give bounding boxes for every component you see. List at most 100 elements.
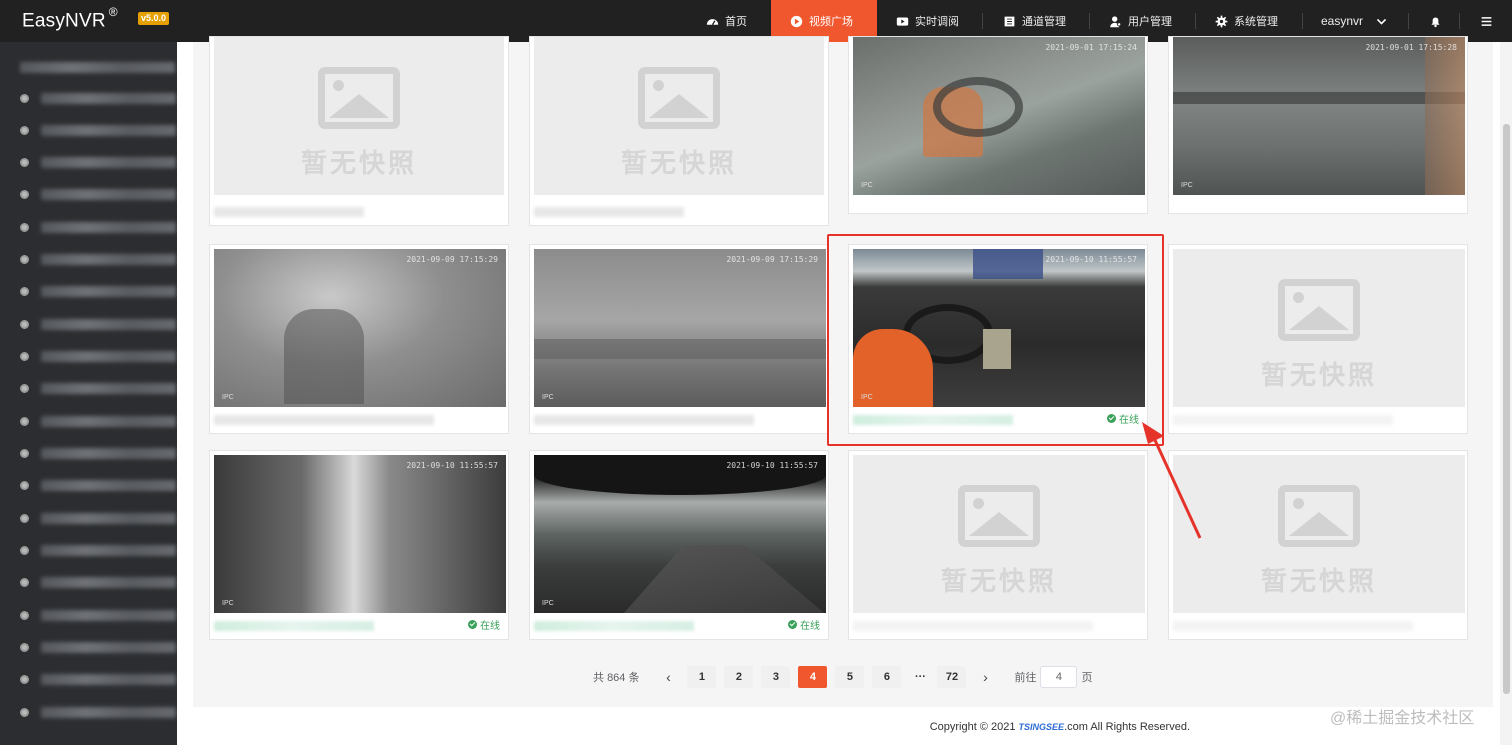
channel-card[interactable]: 暂无快照 bbox=[209, 36, 509, 226]
ipc-label: IPC bbox=[861, 182, 873, 189]
page-button[interactable]: 2 bbox=[724, 666, 754, 688]
goto-suffix: 页 bbox=[1081, 672, 1093, 684]
app-name: EasyNVR bbox=[22, 10, 106, 32]
camera-snapshot[interactable]: 2021-09-01 17:15:24 IPC bbox=[853, 37, 1145, 195]
snapshot-detail bbox=[534, 339, 826, 359]
camera-icon bbox=[20, 286, 29, 296]
next-page-button[interactable]: › bbox=[974, 669, 996, 685]
camera-snapshot[interactable]: 2021-09-09 17:15:29 IPC bbox=[534, 249, 826, 407]
page-button[interactable]: 5 bbox=[835, 666, 865, 688]
snapshot-timestamp: 2021-09-01 17:15:24 bbox=[1045, 43, 1137, 52]
nav-home-label: 首页 bbox=[725, 16, 747, 28]
goto-page-input[interactable] bbox=[1040, 666, 1078, 688]
snapshot-timestamp: 2021-09-10 11:55:57 bbox=[406, 461, 498, 470]
sidebar-tree-node[interactable] bbox=[20, 317, 176, 331]
snapshot-placeholder: 暂无快照 bbox=[534, 37, 824, 195]
camera-icon bbox=[20, 222, 29, 232]
brand-logo[interactable]: TSINGSEE bbox=[1019, 722, 1065, 732]
channel-card[interactable]: 2021-09-01 17:15:24 IPC bbox=[848, 36, 1148, 214]
copyright-suffix: .com All Rights Reserved. bbox=[1064, 721, 1190, 733]
camera-snapshot[interactable]: 2021-09-09 17:15:29 IPC bbox=[214, 249, 506, 407]
gear-icon bbox=[1215, 15, 1228, 27]
camera-snapshot[interactable]: 2021-09-01 17:15:28 IPC bbox=[1173, 37, 1465, 195]
camera-icon bbox=[20, 448, 29, 458]
nav-user-label: 用户管理 bbox=[1128, 16, 1172, 28]
page-button-last[interactable]: 72 bbox=[937, 666, 967, 688]
page-button[interactable]: 1 bbox=[687, 666, 717, 688]
image-placeholder-icon bbox=[1278, 485, 1360, 547]
camera-snapshot[interactable]: 2021-09-10 11:55:57 IPC bbox=[534, 455, 826, 613]
channel-name-blurred bbox=[1173, 621, 1413, 631]
pagination-total: 共 864 条 bbox=[593, 669, 639, 685]
sidebar-tree-node[interactable] bbox=[20, 252, 176, 266]
channel-card[interactable]: 暂无快照 bbox=[1168, 244, 1468, 434]
annotation-arrow bbox=[1142, 422, 1202, 539]
status-label: 在线 bbox=[480, 621, 500, 632]
bell-icon bbox=[1431, 16, 1440, 27]
sidebar-tree-node[interactable] bbox=[20, 284, 176, 298]
scrollbar-thumb[interactable] bbox=[1503, 124, 1510, 694]
channel-card[interactable]: 暂无快照 bbox=[529, 36, 829, 226]
nav-divider bbox=[1459, 13, 1460, 29]
status-label: 在线 bbox=[800, 621, 820, 632]
camera-icon bbox=[20, 513, 29, 523]
camera-icon bbox=[20, 416, 29, 426]
sidebar-tree-node[interactable] bbox=[20, 349, 176, 363]
channel-card[interactable]: 2021-09-01 17:15:28 IPC bbox=[1168, 36, 1468, 214]
sidebar-tree-node[interactable] bbox=[20, 91, 176, 105]
sidebar-tree-node[interactable] bbox=[20, 640, 176, 654]
snapshot-detail bbox=[1173, 92, 1465, 104]
sidebar-tree-node[interactable] bbox=[20, 672, 176, 686]
camera-snapshot[interactable]: 2021-09-10 11:55:57 IPC bbox=[214, 455, 506, 613]
app-logo[interactable]: EasyNVR ® bbox=[22, 5, 118, 32]
channel-name-blurred bbox=[534, 621, 694, 631]
blurred-label bbox=[41, 124, 176, 136]
pagination-ellipsis[interactable]: ··· bbox=[909, 671, 931, 683]
image-placeholder-icon bbox=[1278, 279, 1360, 341]
blurred-label bbox=[41, 706, 176, 718]
blurred-label bbox=[41, 382, 176, 394]
sidebar-tree-node[interactable] bbox=[20, 155, 176, 169]
sidebar-tree-node[interactable] bbox=[20, 187, 176, 201]
camera-icon bbox=[20, 157, 29, 167]
page-button[interactable]: 3 bbox=[761, 666, 791, 688]
camera-icon bbox=[20, 351, 29, 361]
camera-icon bbox=[20, 319, 29, 329]
channel-card[interactable]: 暂无快照 bbox=[1168, 450, 1468, 640]
nav-divider bbox=[1089, 13, 1090, 29]
sidebar-tree-node[interactable] bbox=[20, 478, 176, 492]
prev-page-button[interactable]: ‹ bbox=[657, 669, 679, 685]
menu-button[interactable] bbox=[1480, 0, 1494, 42]
blurred-label bbox=[41, 253, 176, 265]
channel-name-blurred bbox=[534, 415, 754, 425]
total-count: 864 bbox=[607, 672, 626, 684]
sidebar-tree-node[interactable] bbox=[20, 543, 176, 557]
sidebar-tree-node[interactable] bbox=[20, 705, 176, 719]
sidebar-tree-node[interactable] bbox=[20, 608, 176, 622]
channel-card[interactable]: 2021-09-10 11:55:57 IPC 在线 bbox=[529, 450, 829, 640]
nav-divider bbox=[1302, 13, 1303, 29]
blurred-label bbox=[41, 350, 176, 362]
sidebar-tree-node[interactable] bbox=[20, 511, 176, 525]
sidebar-tree-node[interactable] bbox=[20, 220, 176, 234]
channel-card[interactable]: 2021-09-09 17:15:29 IPC bbox=[529, 244, 829, 434]
watermark-text: @稀土掘金技术社区 bbox=[1330, 710, 1475, 727]
check-circle-icon bbox=[788, 620, 797, 629]
sidebar-tree-node[interactable] bbox=[20, 414, 176, 428]
sidebar-tree-node[interactable] bbox=[20, 575, 176, 589]
sidebar-tree-node[interactable] bbox=[20, 381, 176, 395]
sidebar-tree-node[interactable] bbox=[20, 60, 175, 74]
ipc-label: IPC bbox=[542, 394, 554, 401]
channel-card[interactable]: 2021-09-10 11:55:57 IPC 在线 bbox=[209, 450, 509, 640]
page-button-current[interactable]: 4 bbox=[798, 666, 828, 688]
camera-icon bbox=[20, 707, 29, 717]
copyright-prefix: Copyright © 2021 bbox=[929, 721, 1016, 733]
version-badge: v5.0.0 bbox=[138, 12, 170, 25]
image-placeholder-icon bbox=[318, 67, 400, 129]
page-button[interactable]: 6 bbox=[872, 666, 902, 688]
channel-card[interactable]: 2021-09-09 17:15:29 IPC bbox=[209, 244, 509, 434]
sidebar-tree-node[interactable] bbox=[20, 446, 176, 460]
channel-card[interactable]: 暂无快照 bbox=[848, 450, 1148, 640]
ipc-label: IPC bbox=[222, 394, 234, 401]
sidebar-tree-node[interactable] bbox=[20, 123, 176, 137]
